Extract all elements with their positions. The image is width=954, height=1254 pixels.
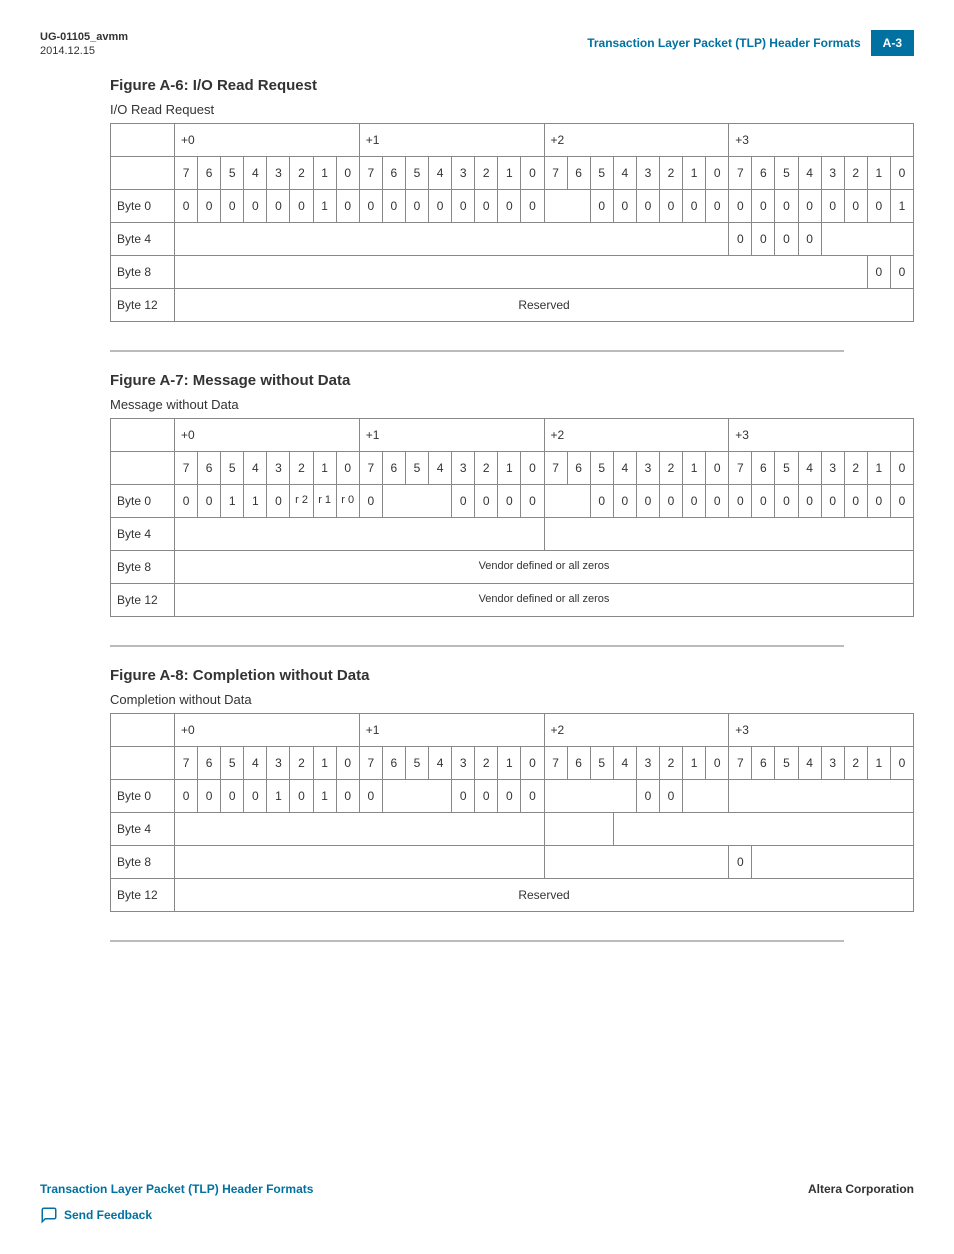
divider bbox=[110, 350, 844, 352]
footer-section-link[interactable]: Transaction Layer Packet (TLP) Header Fo… bbox=[40, 1182, 313, 1196]
divider bbox=[110, 940, 844, 942]
figure-a7-title: Figure A-7: Message without Data bbox=[40, 372, 914, 389]
page-footer: Transaction Layer Packet (TLP) Header Fo… bbox=[40, 1182, 914, 1196]
figure-a7-subtitle: Message without Data bbox=[40, 397, 914, 412]
divider bbox=[110, 645, 844, 647]
page-number: A-3 bbox=[871, 30, 914, 56]
doc-id-text: UG-01105_avmm bbox=[40, 31, 128, 43]
figure-a8-title: Figure A-8: Completion without Data bbox=[40, 667, 914, 684]
header-right: Transaction Layer Packet (TLP) Header Fo… bbox=[587, 30, 914, 56]
doc-date: 2014.12.15 bbox=[40, 45, 95, 57]
section-title-link[interactable]: Transaction Layer Packet (TLP) Header Fo… bbox=[587, 36, 860, 50]
feedback-label: Send Feedback bbox=[64, 1208, 152, 1222]
feedback-icon bbox=[40, 1206, 58, 1224]
doc-id: UG-01105_avmm 2014.12.15 bbox=[40, 30, 128, 59]
figure-a6-title: Figure A-6: I/O Read Request bbox=[40, 77, 914, 94]
table-a8: +0+1+2+376543210765432107654321076543210… bbox=[110, 713, 914, 912]
page-header: UG-01105_avmm 2014.12.15 Transaction Lay… bbox=[40, 30, 914, 59]
table-a6: +0+1+2+376543210765432107654321076543210… bbox=[110, 123, 914, 322]
figure-a8-subtitle: Completion without Data bbox=[40, 692, 914, 707]
table-a7: +0+1+2+376543210765432107654321076543210… bbox=[110, 418, 914, 617]
footer-corp: Altera Corporation bbox=[808, 1182, 914, 1196]
send-feedback[interactable]: Send Feedback bbox=[40, 1206, 914, 1224]
figure-a6-subtitle: I/O Read Request bbox=[40, 102, 914, 117]
